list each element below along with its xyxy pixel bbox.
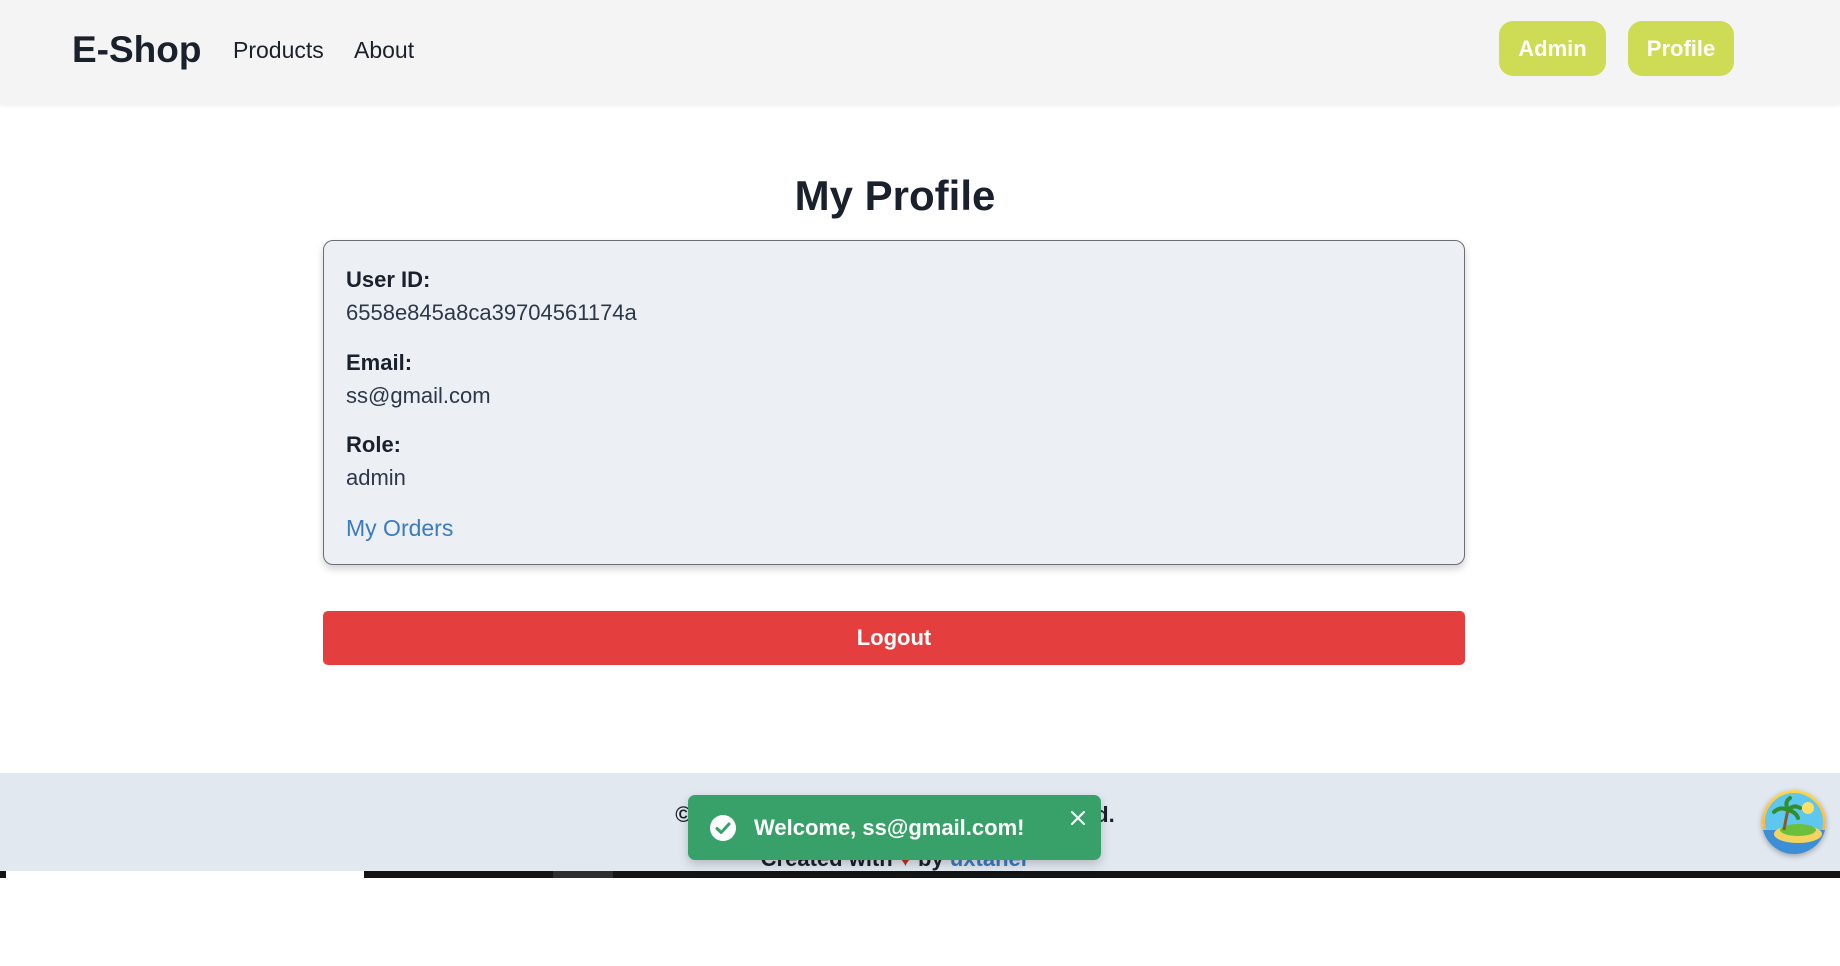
check-circle-icon	[710, 815, 736, 841]
brand-logo[interactable]: E-Shop	[72, 28, 201, 72]
island-avatar-icon	[1762, 790, 1826, 854]
user-id-label: User ID:	[346, 267, 431, 292]
floating-avatar[interactable]	[1762, 790, 1826, 854]
top-navbar: E-Shop Products About Admin Profile	[0, 0, 1840, 104]
toast-message: Welcome, ss@gmail.com!	[754, 815, 1025, 840]
blank-area	[0, 878, 1840, 966]
page-title: My Profile	[794, 172, 996, 219]
role-label: Role:	[346, 432, 401, 457]
my-orders-link[interactable]: My Orders	[346, 514, 453, 542]
nav-about-link[interactable]: About	[354, 36, 414, 64]
profile-button[interactable]: Profile	[1628, 21, 1734, 76]
email-label: Email:	[346, 350, 413, 375]
email-value: ss@gmail.com	[346, 383, 491, 408]
toast-notification: Welcome, ss@gmail.com!	[688, 795, 1101, 860]
user-id-value: 6558e845a8ca39704561174a	[346, 300, 637, 325]
logout-button[interactable]: Logout	[323, 611, 1465, 665]
admin-button[interactable]: Admin	[1499, 21, 1606, 76]
bottom-bar-segment	[6, 871, 364, 878]
close-icon[interactable]	[1068, 808, 1088, 828]
bottom-bar-segment	[553, 871, 613, 878]
profile-card: User ID: 6558e845a8ca39704561174a Email:…	[323, 240, 1465, 565]
bottom-bar	[0, 871, 1840, 878]
nav-products-link[interactable]: Products	[233, 36, 324, 64]
role-value: admin	[346, 465, 406, 490]
